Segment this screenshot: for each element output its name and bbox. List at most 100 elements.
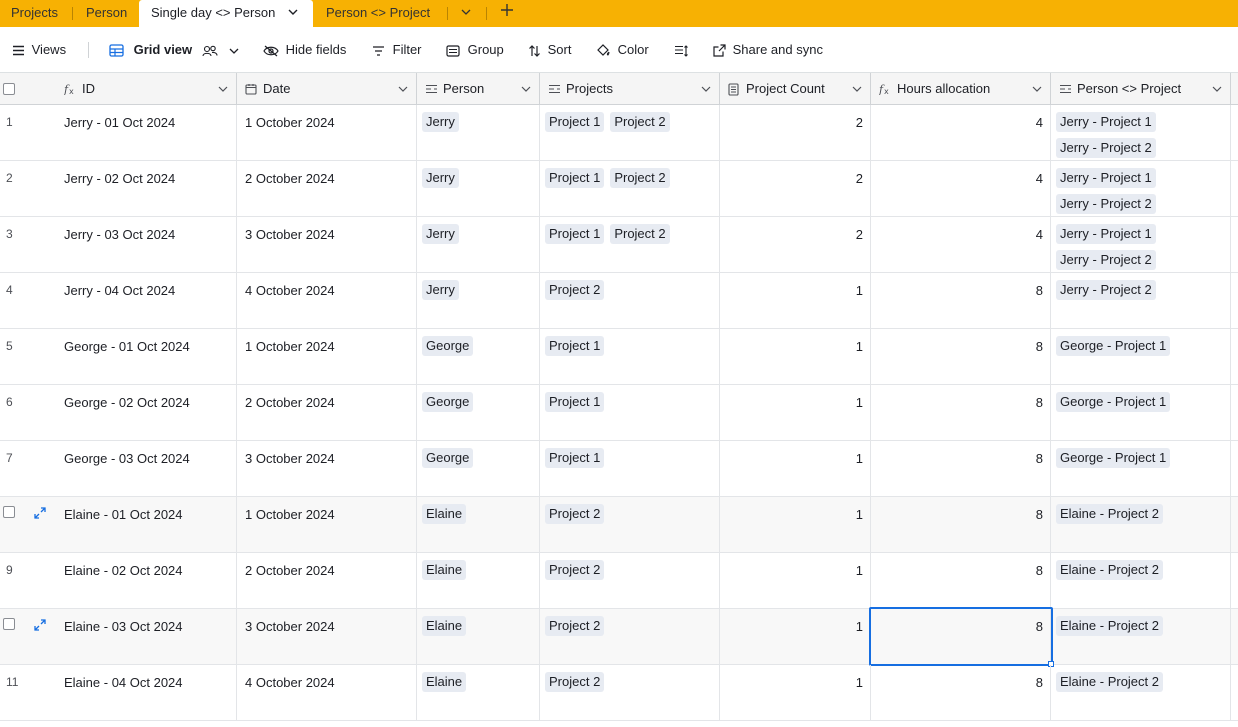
linked-record-pill[interactable]: Project 1 (545, 168, 605, 188)
linked-record-pill[interactable]: Project 2 (610, 168, 670, 188)
person-project-cell[interactable]: Jerry - Project 1 Jerry - Project 2 (1051, 161, 1231, 216)
select-all-checkbox[interactable] (3, 83, 15, 95)
linked-record-pill[interactable]: Jerry - Project 2 (1056, 250, 1156, 270)
linked-record-pill[interactable]: Project 2 (610, 112, 670, 132)
person-cell[interactable]: Elaine (417, 665, 540, 720)
tab-person-project[interactable]: Person <> Project (326, 0, 430, 27)
table-row[interactable]: 11 Elaine - 04 Oct 2024 4 October 2024 Elai… (0, 665, 1238, 721)
row-checkbox[interactable] (3, 506, 15, 518)
id-cell[interactable]: Elaine - 01 Oct 2024 (56, 497, 237, 552)
linked-record-pill[interactable]: George (422, 448, 474, 468)
table-row[interactable]: Elaine - 01 Oct 2024 1 October 2024 Elaine… (0, 497, 1238, 553)
linked-record-pill[interactable]: George (422, 392, 474, 412)
linked-record-pill[interactable]: Jerry - Project 2 (1056, 194, 1156, 214)
row-number-cell[interactable]: 4 (0, 273, 56, 328)
person-project-cell[interactable]: George - Project 1 (1051, 329, 1231, 384)
project-count-cell[interactable]: 1 (720, 441, 871, 496)
row-number-cell[interactable] (0, 609, 56, 664)
row-number-cell[interactable]: 3 (0, 217, 56, 272)
row-number-cell[interactable]: 5 (0, 329, 56, 384)
table-row[interactable]: 3 Jerry - 03 Oct 2024 3 October 2024 Jerry P… (0, 217, 1238, 273)
table-row[interactable]: 4 Jerry - 04 Oct 2024 4 October 2024 Jerry P… (0, 273, 1238, 329)
row-number-cell[interactable]: 2 (0, 161, 56, 216)
projects-cell[interactable]: Project 2 (540, 497, 720, 552)
linked-record-pill[interactable]: Project 1 (545, 112, 605, 132)
add-table-button[interactable] (500, 0, 514, 27)
person-project-cell[interactable]: Elaine - Project 2 (1051, 609, 1231, 664)
expand-record-icon[interactable] (34, 619, 46, 634)
linked-record-pill[interactable]: Project 1 (545, 448, 605, 468)
date-cell[interactable]: 3 October 2024 (237, 441, 417, 496)
column-header-projects[interactable]: Projects (540, 73, 720, 105)
grid-view-button[interactable]: Grid view (109, 28, 239, 72)
projects-cell[interactable]: Project 1 Project 2 (540, 217, 720, 272)
more-tables-button[interactable] (461, 0, 471, 27)
linked-record-pill[interactable]: Jerry - Project 1 (1056, 168, 1156, 188)
column-header-date[interactable]: Date (237, 73, 417, 105)
project-count-cell[interactable]: 2 (720, 217, 871, 272)
chevron-down-icon[interactable] (1212, 73, 1222, 105)
linked-record-pill[interactable]: Jerry - Project 1 (1056, 112, 1156, 132)
project-count-cell[interactable]: 2 (720, 161, 871, 216)
chevron-down-icon[interactable] (398, 73, 408, 105)
linked-record-pill[interactable]: Project 2 (610, 224, 670, 244)
hours-allocation-cell[interactable]: 8 (871, 665, 1051, 720)
row-number-cell[interactable]: 9 (0, 553, 56, 608)
date-cell[interactable]: 3 October 2024 (237, 217, 417, 272)
date-cell[interactable]: 1 October 2024 (237, 329, 417, 384)
person-cell[interactable]: Jerry (417, 273, 540, 328)
linked-record-pill[interactable]: Elaine - Project 2 (1056, 616, 1163, 636)
expand-record-icon[interactable] (34, 507, 46, 522)
table-row[interactable]: 1 Jerry - 01 Oct 2024 1 October 2024 Jerry P… (0, 105, 1238, 161)
color-button[interactable]: Color (596, 28, 649, 72)
person-project-cell[interactable]: Jerry - Project 2 (1051, 273, 1231, 328)
person-cell[interactable]: George (417, 329, 540, 384)
sort-button[interactable]: Sort (528, 28, 571, 72)
hours-allocation-cell[interactable]: 4 (871, 217, 1051, 272)
table-row[interactable]: 5 George - 01 Oct 2024 1 October 2024 Georg… (0, 329, 1238, 385)
linked-record-pill[interactable]: Project 2 (545, 672, 605, 692)
project-count-cell[interactable]: 1 (720, 553, 871, 608)
id-cell[interactable]: Jerry - 04 Oct 2024 (56, 273, 237, 328)
linked-record-pill[interactable]: Project 2 (545, 280, 605, 300)
hours-allocation-cell[interactable]: 8 (871, 441, 1051, 496)
linked-record-pill[interactable]: Jerry (422, 224, 459, 244)
projects-cell[interactable]: Project 2 (540, 273, 720, 328)
tab-person[interactable]: Person (86, 0, 127, 27)
linked-record-pill[interactable]: Jerry - Project 2 (1056, 280, 1156, 300)
person-project-cell[interactable]: Elaine - Project 2 (1051, 497, 1231, 552)
id-cell[interactable]: George - 01 Oct 2024 (56, 329, 237, 384)
tab-single-day-person[interactable]: Single day <> Person (139, 0, 313, 28)
chevron-down-icon[interactable] (852, 73, 862, 105)
date-cell[interactable]: 1 October 2024 (237, 105, 417, 160)
projects-cell[interactable]: Project 1 (540, 441, 720, 496)
project-count-cell[interactable]: 1 (720, 329, 871, 384)
date-cell[interactable]: 2 October 2024 (237, 553, 417, 608)
date-cell[interactable]: 4 October 2024 (237, 665, 417, 720)
table-row[interactable]: 9 Elaine - 02 Oct 2024 2 October 2024 Elain… (0, 553, 1238, 609)
column-header-person-project[interactable]: Person <> Project (1051, 73, 1231, 105)
filter-button[interactable]: Filter (372, 28, 422, 72)
linked-record-pill[interactable]: Jerry - Project 2 (1056, 138, 1156, 158)
id-cell[interactable]: Elaine - 02 Oct 2024 (56, 553, 237, 608)
person-project-cell[interactable]: Jerry - Project 1 Jerry - Project 2 (1051, 217, 1231, 272)
column-header-project-count[interactable]: Project Count (720, 73, 871, 105)
linked-record-pill[interactable]: Project 2 (545, 560, 605, 580)
table-row[interactable]: 7 George - 03 Oct 2024 3 October 2024 Georg… (0, 441, 1238, 497)
linked-record-pill[interactable]: Elaine (422, 616, 467, 636)
linked-record-pill[interactable]: Elaine (422, 672, 467, 692)
chevron-down-icon[interactable] (701, 73, 711, 105)
group-button[interactable]: Group (446, 28, 504, 72)
column-header-person[interactable]: Person (417, 73, 540, 105)
linked-record-pill[interactable]: Project 2 (545, 616, 605, 636)
projects-cell[interactable]: Project 1 Project 2 (540, 161, 720, 216)
project-count-cell[interactable]: 1 (720, 609, 871, 664)
chevron-down-icon[interactable] (288, 0, 298, 25)
table-row[interactable]: 2 Jerry - 02 Oct 2024 2 October 2024 Jerry P… (0, 161, 1238, 217)
person-cell[interactable]: Jerry (417, 217, 540, 272)
hide-fields-button[interactable]: Hide fields (263, 28, 346, 72)
hours-allocation-cell[interactable]: 8 (871, 273, 1051, 328)
linked-record-pill[interactable]: Project 1 (545, 392, 605, 412)
projects-cell[interactable]: Project 2 (540, 609, 720, 664)
linked-record-pill[interactable]: Elaine (422, 504, 467, 524)
